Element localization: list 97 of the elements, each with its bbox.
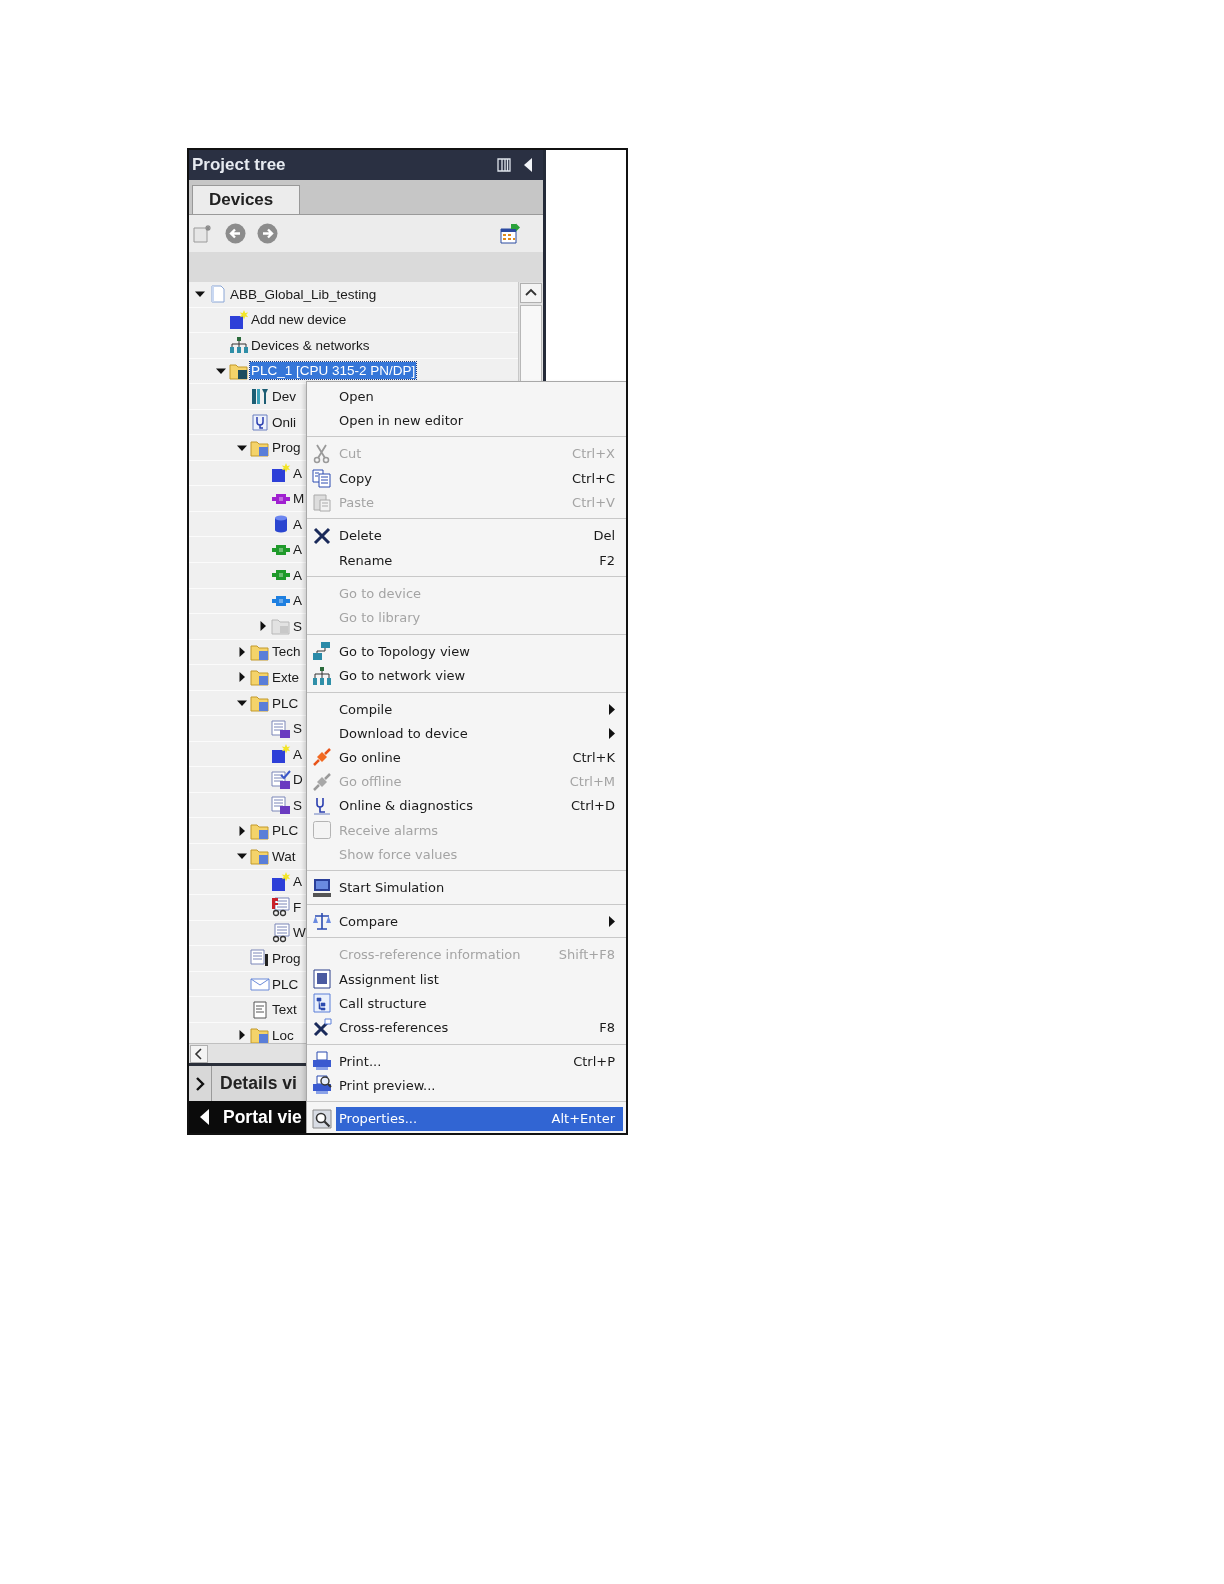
scales-icon [312, 911, 332, 932]
tree-item[interactable]: A [292, 745, 303, 763]
scroll-up-icon[interactable] [520, 283, 542, 303]
device-icon [250, 386, 270, 407]
caret-icon[interactable] [236, 698, 247, 708]
tree-item[interactable]: S [292, 796, 303, 814]
document-icon [208, 284, 228, 305]
menu-item[interactable]: Go to Topology view [307, 639, 626, 664]
menu-item[interactable]: Print... Ctrl+P [307, 1049, 626, 1074]
tree-item[interactable]: M [292, 490, 306, 508]
tree-item[interactable]: Text [271, 1001, 298, 1019]
tree-item[interactable]: Add new device [250, 311, 348, 329]
tree-item[interactable]: Prog [271, 439, 302, 457]
menu-item[interactable]: Delete Del [307, 523, 626, 548]
add-device-icon [271, 744, 291, 765]
table-arrow-icon[interactable] [499, 222, 521, 245]
tree-item[interactable]: W [292, 924, 307, 942]
table-icon [271, 795, 291, 816]
menu-item[interactable]: Online & diagnostics Ctrl+D [307, 793, 626, 818]
tree-item[interactable]: Devices & networks [250, 336, 371, 354]
tree-item[interactable]: S [292, 720, 303, 738]
tree-item[interactable]: Tech [271, 643, 302, 661]
tree-item[interactable]: Exte [271, 668, 300, 686]
folder-icon [250, 1025, 270, 1043]
tree-item[interactable]: PLC [271, 694, 300, 712]
forward-icon[interactable] [257, 223, 278, 244]
menu-item[interactable]: Go to network view [307, 663, 626, 688]
tree-list-icon [312, 993, 332, 1014]
collapse-icon[interactable] [523, 157, 533, 173]
folder-icon [250, 693, 270, 713]
plug-icon [312, 771, 332, 792]
tree-item[interactable]: Onli [271, 413, 297, 431]
table-icon [271, 718, 291, 739]
menu-item[interactable]: Rename F2 [307, 547, 626, 573]
portal-label: Portal vie [223, 1106, 302, 1128]
menu-item[interactable]: Open in new editor [307, 408, 626, 433]
tree-item[interactable]: A [292, 873, 303, 891]
cross-icon [312, 1017, 332, 1038]
network-icon [312, 665, 332, 686]
menu-item[interactable]: Print preview... [307, 1073, 626, 1098]
tab[interactable]: Devices [192, 185, 301, 214]
tree-item[interactable]: S [292, 617, 303, 635]
tree-item[interactable]: A [292, 592, 303, 610]
menu-item[interactable]: Open [307, 384, 626, 409]
tree-item[interactable]: A [292, 515, 303, 533]
tree-item[interactable]: A [292, 541, 303, 559]
folder-icon [250, 846, 270, 867]
back-icon[interactable] [225, 223, 246, 244]
menu-item[interactable]: Download to device [307, 721, 626, 746]
details-label: Details vi [220, 1073, 297, 1094]
plug-icon [312, 747, 332, 768]
scissors-icon [312, 443, 332, 464]
panel-title: Project tree [192, 155, 286, 175]
watch-table-icon [271, 922, 291, 943]
printer-icon [312, 1051, 332, 1072]
watch-table-icon [271, 897, 291, 918]
table-icon [250, 948, 270, 969]
delete-icon [312, 525, 332, 546]
scroll-left-icon[interactable] [190, 1044, 208, 1063]
tree-item[interactable]: PLC [271, 822, 300, 840]
tree-item[interactable]: Prog [271, 950, 302, 967]
network-icon [229, 335, 249, 356]
print-preview-icon [312, 1075, 332, 1096]
clipboard-icon [312, 492, 332, 513]
menu-item[interactable]: Start Simulation [307, 875, 626, 900]
tree-item[interactable]: Dev [271, 387, 297, 405]
tree-item[interactable]: F [292, 898, 303, 916]
tree-item[interactable]: A [292, 566, 303, 584]
menu-item[interactable]: Go online Ctrl+K [307, 745, 626, 770]
checklist-icon [271, 769, 291, 790]
menu-item[interactable]: Cross-references F8 [307, 1015, 626, 1040]
monitor-icon [312, 877, 332, 898]
checkbox-icon [312, 820, 332, 841]
tree-item[interactable]: D [292, 771, 304, 789]
tree-item[interactable]: ABB_Global_Lib_testing [229, 285, 378, 303]
add-device-icon [271, 871, 291, 892]
add-device-icon [229, 309, 249, 330]
folder-icon [271, 616, 291, 637]
add-device-icon [271, 463, 291, 484]
tree-item[interactable]: PLC [271, 975, 300, 993]
menu-item[interactable]: Compare [307, 909, 626, 934]
tree-item[interactable]: A [292, 464, 303, 482]
tree-item[interactable]: Loc [271, 1026, 295, 1043]
tree-item[interactable]: PLC_1 [CPU 315-2 PN/DP] [250, 362, 417, 380]
menu-item[interactable]: Call structure [307, 991, 626, 1016]
menu-item[interactable]: Assignment list [307, 967, 626, 992]
magnifier-icon [312, 1108, 332, 1129]
text-file-icon [250, 999, 270, 1020]
layout-icon[interactable] [497, 158, 511, 172]
back-arrow-icon [200, 1109, 209, 1125]
topology-icon [312, 641, 332, 662]
menu-item[interactable]: Copy Ctrl+C [307, 465, 626, 491]
folder-icon [250, 667, 270, 688]
tree-item[interactable]: Wat [271, 847, 297, 865]
menu-item[interactable]: Compile [307, 697, 626, 722]
expand-icon[interactable] [195, 1076, 205, 1091]
copy-icon [312, 468, 332, 489]
